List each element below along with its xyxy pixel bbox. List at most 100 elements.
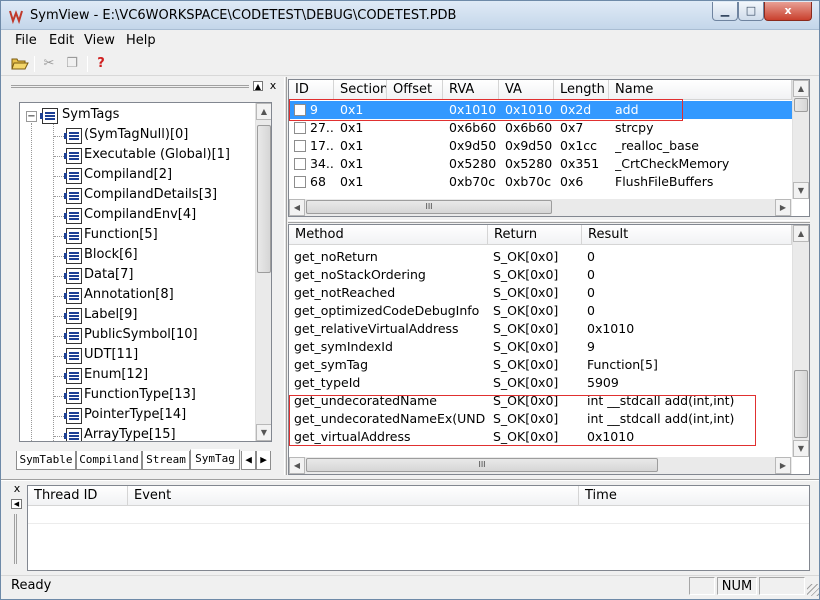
log-pane-close-button[interactable]: x <box>11 483 23 496</box>
method-row[interactable]: get_typeId S_OK[0x0] 5909 <box>289 374 792 392</box>
method-row[interactable]: get_undecoratedNameEx(UND... S_OK[0x0] int… <box>289 410 792 428</box>
method-row[interactable]: get_virtualAddress S_OK[0x0] 0x1010 <box>289 428 792 446</box>
scroll-thumb[interactable] <box>794 98 808 112</box>
symbol-column-offset[interactable]: Offset <box>387 80 443 100</box>
log-column-thread-id[interactable]: Thread ID <box>28 486 128 506</box>
vertical-splitter[interactable] <box>284 77 287 475</box>
copy-button[interactable]: ❐ <box>63 55 81 73</box>
tree-item[interactable]: CompilandDetails[3] <box>54 186 217 206</box>
scroll-left-arrow[interactable]: ◀ <box>289 457 305 474</box>
menu-view[interactable]: View <box>84 33 115 48</box>
method-row[interactable]: get_symIndexId S_OK[0x0] 9 <box>289 338 792 356</box>
row-checkbox[interactable] <box>294 140 306 152</box>
scroll-up-arrow[interactable]: ▲ <box>793 225 809 242</box>
tree-item[interactable]: Enum[12] <box>54 366 148 386</box>
symbol-row[interactable]: 68 0x1 0xb70c 0xb70c 0x6 FlushFileBuffers <box>289 173 792 191</box>
tab-scroll-right[interactable]: ▶ <box>256 451 271 470</box>
symbol-column-id[interactable]: ID <box>289 80 334 100</box>
title-bar[interactable]: SymView - E:\VC6WORKSPACE\CODETEST\DEBUG… <box>1 1 819 30</box>
scroll-down-arrow[interactable]: ▼ <box>793 182 809 199</box>
pane-close-button[interactable]: x <box>267 80 279 93</box>
tree-item[interactable]: Annotation[8] <box>54 286 174 306</box>
tree-item[interactable]: Compiland[2] <box>54 166 172 186</box>
horizontal-splitter[interactable] <box>288 220 810 223</box>
symbol-vscroll[interactable]: ▲ ▼ <box>792 80 809 199</box>
menu-file[interactable]: File <box>15 33 37 48</box>
tree-item[interactable]: Label[9] <box>54 306 138 326</box>
symbol-hscroll[interactable]: ◀ III ▶ <box>289 199 792 216</box>
row-checkbox[interactable] <box>294 158 306 170</box>
scroll-thumb[interactable]: III <box>306 458 658 472</box>
symbol-row[interactable]: 9 0x1 0x1010 0x1010 0x2d add <box>289 101 792 119</box>
symbol-row[interactable]: 27... 0x1 0x6b60 0x6b60 0x7 strcpy <box>289 119 792 137</box>
tab-scroll-left[interactable]: ◀ <box>241 451 256 470</box>
scroll-up-arrow[interactable]: ▲ <box>256 103 271 120</box>
scroll-thumb[interactable] <box>794 370 808 438</box>
scroll-down-arrow[interactable]: ▼ <box>256 424 271 441</box>
symbol-list[interactable]: ID Section Offset RVA VA Length Name 9 0x1 0x101… <box>288 79 810 217</box>
close-button[interactable]: x <box>764 2 812 21</box>
method-row[interactable]: get_noStackOrdering S_OK[0x0] 0 <box>289 266 792 284</box>
symbol-row[interactable]: 34... 0x1 0x5280 0x5280 0x351 _CrtCheckMemory <box>289 155 792 173</box>
tab-symtable[interactable]: SymTable <box>16 451 76 470</box>
minimize-button[interactable]: ▁ <box>712 2 738 21</box>
row-checkbox[interactable] <box>294 176 306 188</box>
row-checkbox[interactable] <box>294 122 306 134</box>
help-button[interactable]: ? <box>92 55 110 73</box>
method-hscroll[interactable]: ◀ III ▶ <box>289 457 792 474</box>
method-column-return[interactable]: Return <box>488 225 582 245</box>
tab-compiland[interactable]: Compiland <box>76 451 142 470</box>
symbol-column-va[interactable]: VA <box>499 80 554 100</box>
scroll-left-arrow[interactable]: ◀ <box>289 199 305 216</box>
tree-item[interactable]: Executable (Global)[1] <box>54 146 230 166</box>
symtag-tree[interactable]: − SymTags (SymTagNull)[0] Executable (Glo… <box>19 102 272 442</box>
scroll-down-arrow[interactable]: ▼ <box>793 440 809 457</box>
method-column-result[interactable]: Result <box>582 225 792 245</box>
tree-vscroll[interactable]: ▲ ▼ <box>255 103 271 441</box>
symbol-column-section[interactable]: Section <box>334 80 387 100</box>
symbol-row[interactable]: 17... 0x1 0x9d50 0x9d50 0x1cc _realloc_base <box>289 137 792 155</box>
log-splitter[interactable] <box>1 479 819 481</box>
method-row[interactable]: get_noReturn S_OK[0x0] 0 <box>289 248 792 266</box>
tree-root-symtags[interactable]: SymTags <box>40 106 119 126</box>
menu-help[interactable]: Help <box>126 33 156 48</box>
method-row[interactable]: get_notReached S_OK[0x0] 0 <box>289 284 792 302</box>
method-row[interactable]: get_relativeVirtualAddress S_OK[0x0] 0x101… <box>289 320 792 338</box>
tree-item[interactable]: CompilandEnv[4] <box>54 206 196 226</box>
symbol-column-length[interactable]: Length <box>554 80 609 100</box>
scroll-thumb[interactable] <box>257 125 271 273</box>
symbol-column-rva[interactable]: RVA <box>443 80 499 100</box>
tree-item[interactable]: UDT[11] <box>54 346 138 366</box>
scroll-right-arrow[interactable]: ▶ <box>775 457 791 474</box>
menu-edit[interactable]: Edit <box>49 33 74 48</box>
tab-stream[interactable]: Stream <box>142 451 190 470</box>
open-button[interactable] <box>11 55 29 73</box>
log-pane-collapse-icon[interactable]: ◀ <box>11 499 22 509</box>
maximize-button[interactable]: □ <box>738 2 764 21</box>
tree-item[interactable]: Function[5] <box>54 226 158 246</box>
log-column-event[interactable]: Event <box>128 486 579 506</box>
tree-expander[interactable]: − <box>26 111 37 122</box>
cut-button[interactable]: ✂ <box>40 55 58 73</box>
scroll-up-arrow[interactable]: ▲ <box>793 80 809 97</box>
tree-item[interactable]: (SymTagNull)[0] <box>54 126 188 146</box>
method-row[interactable]: get_symTag S_OK[0x0] Function[5] <box>289 356 792 374</box>
tree-item[interactable]: Data[7] <box>54 266 133 286</box>
scroll-thumb[interactable]: III <box>306 200 552 214</box>
method-row[interactable]: get_optimizedCodeDebugInfo S_OK[0x0] 0 <box>289 302 792 320</box>
method-row[interactable]: get_undecoratedName S_OK[0x0] int __stdcal… <box>289 392 792 410</box>
scroll-right-arrow[interactable]: ▶ <box>775 199 791 216</box>
resize-grip[interactable] <box>807 584 819 596</box>
tree-item[interactable]: Block[6] <box>54 246 138 266</box>
tree-item[interactable]: ArrayType[15] <box>54 426 176 441</box>
event-log-list[interactable]: Thread ID Event Time <box>27 485 810 571</box>
symbol-column-name[interactable]: Name <box>609 80 792 100</box>
method-vscroll[interactable]: ▲ ▼ <box>792 225 809 457</box>
tree-item[interactable]: FunctionType[13] <box>54 386 196 406</box>
pane-collapse-icon[interactable]: ▲ <box>253 81 263 91</box>
log-column-time[interactable]: Time <box>579 486 809 506</box>
row-checkbox[interactable] <box>294 104 306 116</box>
tree-item[interactable]: PublicSymbol[10] <box>54 326 198 346</box>
method-list[interactable]: Method Return Result get_noReturn S_OK[0x0]… <box>288 224 810 475</box>
tree-item[interactable]: PointerType[14] <box>54 406 186 426</box>
